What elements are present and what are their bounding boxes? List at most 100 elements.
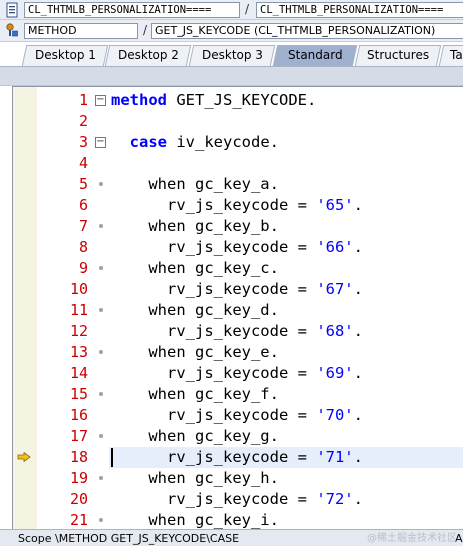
line-number: 10: [69, 280, 88, 298]
code-text[interactable]: when gc_key_e.: [109, 342, 463, 363]
object-toolbar: CL_THTMLB_PERSONALIZATION==== / CL_THTML…: [0, 0, 463, 20]
block-marker-icon: [99, 476, 103, 480]
arrow-right-icon: [17, 452, 31, 462]
method-name-field[interactable]: GET_JS_KEYCODE (CL_THTMLB_PERSONALIZATIO…: [151, 23, 463, 39]
object-type-field[interactable]: METHOD: [24, 23, 138, 39]
code-line[interactable]: 12 rv_js_keycode = '68'.: [13, 321, 463, 342]
line-number: 9: [78, 259, 88, 277]
tab-label: Desktop 1: [34, 48, 96, 62]
line-number: 13: [69, 343, 88, 361]
code-text[interactable]: rv_js_keycode = '66'.: [109, 237, 463, 258]
tab-label: Ta: [450, 48, 463, 62]
code-text[interactable]: when gc_key_f.: [109, 384, 463, 405]
code-editor[interactable]: 1− method GET_JS_KEYCODE. 2 3− case iv_keyc…: [12, 86, 463, 529]
code-text[interactable]: rv_js_keycode = '68'.: [109, 321, 463, 342]
code-text[interactable]: rv_js_keycode = '69'.: [109, 363, 463, 384]
code-line[interactable]: 19 when gc_key_h.: [13, 468, 463, 489]
method-icon: [6, 23, 18, 37]
code-text[interactable]: when gc_key_a.: [109, 174, 463, 195]
code-line[interactable]: 13 when gc_key_e.: [13, 342, 463, 363]
code-line[interactable]: 5 when gc_key_a.: [13, 174, 463, 195]
tab-structures[interactable]: Structures: [354, 45, 442, 66]
code-line[interactable]: 16 rv_js_keycode = '70'.: [13, 405, 463, 426]
tab-desktop-3[interactable]: Desktop 3: [188, 45, 276, 66]
code-line[interactable]: 14 rv_js_keycode = '69'.: [13, 363, 463, 384]
code-line[interactable]: 9 when gc_key_c.: [13, 258, 463, 279]
line-number: 17: [69, 427, 88, 445]
collapse-block-icon[interactable]: −: [95, 95, 106, 106]
code-line[interactable]: 6 rv_js_keycode = '65'.: [13, 195, 463, 216]
line-number: 21: [69, 511, 88, 529]
code-text[interactable]: rv_js_keycode = '72'.: [109, 489, 463, 510]
line-number: 14: [69, 364, 88, 382]
tab-label: Standard: [287, 48, 343, 62]
block-marker-icon: [99, 182, 103, 186]
watermark: @稀土掘金技术社区: [367, 533, 457, 544]
line-number: 15: [69, 385, 88, 403]
text-cursor: [111, 448, 113, 467]
block-marker-icon: [99, 518, 103, 522]
line-number: 20: [69, 490, 88, 508]
code-text[interactable]: when gc_key_b.: [109, 216, 463, 237]
line-number: 18: [69, 448, 88, 466]
code-line[interactable]: 4: [13, 153, 463, 174]
code-line[interactable]: 21 when gc_key_i.: [13, 510, 463, 529]
code-line[interactable]: 8 rv_js_keycode = '66'.: [13, 237, 463, 258]
tab-more[interactable]: Ta: [438, 45, 463, 66]
line-number: 6: [78, 196, 88, 214]
code-text[interactable]: when gc_key_i.: [109, 510, 463, 529]
line-number: 11: [69, 301, 88, 319]
code-line[interactable]: 7 when gc_key_b.: [13, 216, 463, 237]
code-text[interactable]: when gc_key_c.: [109, 258, 463, 279]
code-text[interactable]: rv_js_keycode = '67'.: [109, 279, 463, 300]
code-text[interactable]: [109, 111, 463, 132]
code-text[interactable]: case iv_keycode.: [109, 132, 463, 153]
path-separator: /: [245, 2, 250, 16]
code-line[interactable]: 11 when gc_key_d.: [13, 300, 463, 321]
code-line[interactable]: 2: [13, 111, 463, 132]
block-marker-icon: [99, 434, 103, 438]
line-number: 12: [69, 322, 88, 340]
line-number: 19: [69, 469, 88, 487]
block-marker-icon: [99, 308, 103, 312]
code-text[interactable]: rv_js_keycode = '71'.: [109, 447, 463, 468]
line-number: 16: [69, 406, 88, 424]
line-number: 4: [78, 154, 88, 172]
tab-label: Desktop 3: [201, 48, 263, 62]
code-line[interactable]: 1− method GET_JS_KEYCODE.: [13, 90, 463, 111]
code-line[interactable]: 15 when gc_key_f.: [13, 384, 463, 405]
block-marker-icon: [99, 350, 103, 354]
tab-label: Structures: [366, 48, 430, 62]
code-text[interactable]: rv_js_keycode = '70'.: [109, 405, 463, 426]
block-marker-icon: [99, 392, 103, 396]
code-line[interactable]: 20 rv_js_keycode = '72'.: [13, 489, 463, 510]
tab-desktop-2[interactable]: Desktop 2: [104, 45, 192, 66]
code-line[interactable]: 10 rv_js_keycode = '67'.: [13, 279, 463, 300]
code-text[interactable]: method GET_JS_KEYCODE.: [109, 90, 463, 111]
scope-status: Scope \METHOD GET_JS_KEYCODE\CASE: [18, 532, 240, 545]
tab-panel-header: [0, 66, 463, 86]
tab-standard[interactable]: Standard: [272, 45, 358, 66]
code-line[interactable]: 18 rv_js_keycode = '71'.: [13, 447, 463, 468]
code-text[interactable]: rv_js_keycode = '65'.: [109, 195, 463, 216]
code-text[interactable]: [109, 153, 463, 174]
code-text[interactable]: when gc_key_g.: [109, 426, 463, 447]
status-bar: Scope \METHOD GET_JS_KEYCODE\CASE AB @稀土…: [0, 529, 463, 546]
include-name-field[interactable]: CL_THTMLB_PERSONALIZATION====: [256, 2, 463, 18]
document-icon[interactable]: [4, 2, 20, 18]
code-line[interactable]: 3− case iv_keycode.: [13, 132, 463, 153]
code-line[interactable]: 17 when gc_key_g.: [13, 426, 463, 447]
line-number: 3: [78, 133, 88, 151]
line-number: 8: [78, 238, 88, 256]
block-marker-icon: [99, 266, 103, 270]
code-text[interactable]: when gc_key_h.: [109, 468, 463, 489]
tab-desktop-1[interactable]: Desktop 1: [21, 45, 109, 66]
line-number: 7: [78, 217, 88, 235]
path-separator: /: [143, 23, 148, 37]
object-name-field[interactable]: CL_THTMLB_PERSONALIZATION====: [24, 2, 240, 18]
block-marker-icon: [99, 224, 103, 228]
line-number: 1: [78, 91, 88, 109]
tab-label: Desktop 2: [117, 48, 179, 62]
collapse-block-icon[interactable]: −: [95, 137, 106, 148]
code-text[interactable]: when gc_key_d.: [109, 300, 463, 321]
